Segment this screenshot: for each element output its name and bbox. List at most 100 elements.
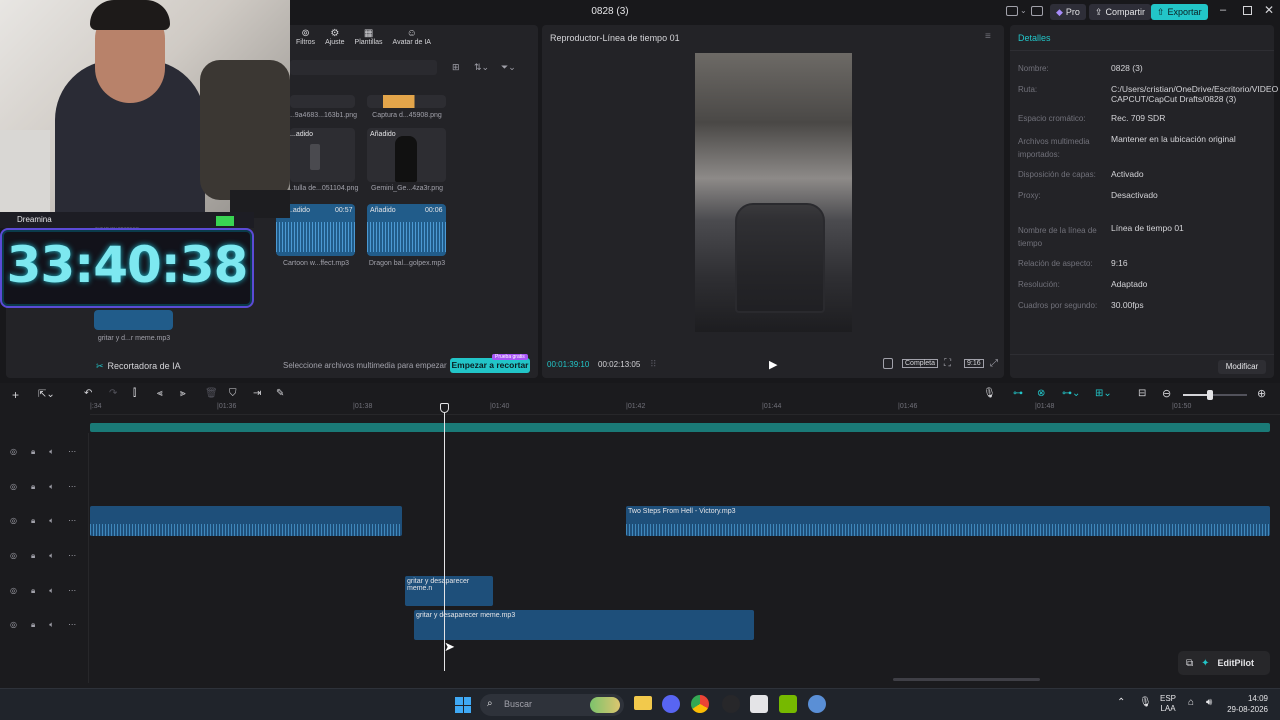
layout-icon[interactable] — [1006, 6, 1018, 16]
eye-icon[interactable]: ◎ — [10, 620, 17, 630]
audio-clip[interactable]: gritar y desaparecer meme.n — [405, 576, 493, 606]
menu-icon[interactable]: ≡ — [985, 31, 991, 42]
export-button[interactable]: ⇧ Exportar — [1151, 4, 1208, 20]
tab-avatar-ia[interactable]: ☺ Avatar de IA — [393, 28, 431, 50]
horizontal-scrollbar[interactable] — [893, 678, 1040, 681]
speaker-icon[interactable]: 🔈︎ — [49, 447, 54, 457]
lock-icon[interactable]: 🔒︎ — [31, 551, 35, 561]
network-icon[interactable]: ⌂ — [1188, 697, 1194, 708]
maximize-icon[interactable] — [1243, 6, 1252, 15]
split-icon[interactable]: ⫿ — [133, 388, 136, 399]
more-icon[interactable]: ⋯ — [68, 551, 76, 561]
marker-icon[interactable]: ⇥ — [253, 388, 261, 399]
grid-view-icon[interactable]: ⊞ — [452, 62, 460, 73]
sort-icon[interactable]: ⇅⌄ — [474, 62, 489, 73]
clock[interactable]: 14:09 29-08-2026 — [1226, 693, 1268, 715]
magnet-icon[interactable]: ⊗ — [1037, 388, 1045, 399]
more-icon[interactable]: ⋯ — [68, 620, 76, 630]
eye-icon[interactable]: ◎ — [10, 586, 17, 596]
more-icon[interactable]: ⋯ — [68, 516, 76, 526]
lock-icon[interactable]: 🔒︎ — [31, 482, 35, 492]
time-ruler[interactable]: |:34 |01:36 |01:38 |01:40 |01:42 |01:44 … — [90, 403, 1280, 415]
zoom-handle[interactable] — [1207, 390, 1213, 400]
play-icon[interactable]: ▶ — [769, 358, 777, 371]
editpilot-widget[interactable]: ⧉ ✦ EditPilot — [1178, 651, 1270, 675]
discord-icon[interactable] — [662, 695, 680, 713]
audio-thumb[interactable] — [94, 310, 173, 330]
modify-button[interactable]: Modificar — [1218, 360, 1266, 374]
chart-icon[interactable] — [883, 358, 893, 369]
microphone-icon[interactable]: 🎙 — [1139, 697, 1152, 708]
media-thumb[interactable] — [367, 95, 446, 108]
lock-icon[interactable]: 🔒︎ — [31, 620, 35, 630]
zoom-in-icon[interactable]: ⊕ — [1257, 387, 1266, 400]
microphone-icon[interactable]: 🎙 — [983, 388, 996, 399]
speaker-icon[interactable]: 🔈︎ — [49, 620, 54, 630]
start-trim-button[interactable]: Empezar a recortar — [450, 358, 530, 373]
pen-icon[interactable]: ✎ — [276, 388, 284, 399]
app-icon[interactable] — [722, 695, 740, 713]
speaker-icon[interactable]: 🔈︎ — [49, 482, 54, 492]
timecode-icon[interactable]: ⠿ — [650, 359, 657, 370]
caption-icon[interactable]: ⊟ — [1138, 388, 1146, 399]
tab-plantillas[interactable]: ▦ Plantillas — [355, 28, 383, 50]
more-icon[interactable]: ⋯ — [68, 482, 76, 492]
playhead[interactable] — [444, 403, 445, 671]
nvidia-icon[interactable] — [779, 695, 797, 713]
fullscreen-icon[interactable]: ⤢ — [990, 358, 998, 369]
redo-icon[interactable]: ↷ — [109, 388, 117, 399]
quality-selector[interactable]: Completa — [902, 359, 938, 368]
volume-icon[interactable]: 🔊︎ — [1206, 697, 1212, 708]
more-icon[interactable]: ⋯ — [68, 447, 76, 457]
zoom-slider[interactable] — [1183, 390, 1247, 400]
undo-icon[interactable]: ↶ — [84, 388, 92, 399]
audio-clip[interactable] — [90, 506, 402, 536]
lock-icon[interactable]: 🔒︎ — [31, 516, 35, 526]
minimize-icon[interactable]: – — [1220, 4, 1226, 16]
settings-icon[interactable] — [808, 695, 826, 713]
snap-icon[interactable]: ⊶⌄ — [1062, 388, 1080, 399]
pro-button[interactable]: ◆ Pro — [1050, 4, 1086, 20]
preview-axis-icon[interactable]: ⊞⌄ — [1095, 388, 1112, 399]
audio-clip[interactable]: gritar y desaparecer meme.mp3 — [414, 610, 754, 640]
more-icon[interactable]: ⋯ — [68, 586, 76, 596]
audio-clip[interactable]: Two Steps From Hell - Victory.mp3 — [626, 506, 1270, 536]
link-icon[interactable]: ⊶ — [1013, 388, 1023, 399]
language-indicator[interactable]: ESP LAA — [1160, 694, 1176, 714]
fit-icon[interactable]: ⛶ — [944, 358, 951, 369]
file-explorer-icon[interactable] — [634, 696, 652, 710]
select-tool-icon[interactable]: ⇱⌄ — [38, 389, 55, 400]
add-track-icon[interactable]: + — [12, 388, 19, 402]
share-button[interactable]: ⇪ Compartir — [1089, 4, 1152, 20]
shield-icon[interactable]: ⛉ — [229, 388, 237, 399]
menu-icon[interactable] — [1031, 6, 1043, 16]
speaker-icon[interactable]: 🔈︎ — [49, 586, 54, 596]
trim-left-icon[interactable]: ⫷ — [157, 388, 163, 399]
lock-icon[interactable]: 🔒︎ — [31, 586, 35, 596]
delete-icon[interactable]: 🗑 — [205, 388, 218, 399]
aspect-ratio-button[interactable]: 9:16 — [964, 359, 984, 368]
close-icon[interactable]: ✕ — [1264, 3, 1274, 17]
main-video-track[interactable] — [90, 423, 1270, 432]
windows-start-icon[interactable] — [455, 697, 471, 713]
speaker-icon[interactable]: 🔈︎ — [49, 516, 54, 526]
eye-icon[interactable]: ◎ — [10, 551, 17, 561]
eye-icon[interactable]: ◎ — [10, 482, 17, 492]
tab-filtros[interactable]: ⊚ Filtros — [296, 28, 315, 50]
eye-icon[interactable]: ◎ — [10, 447, 17, 457]
video-preview[interactable] — [695, 53, 852, 332]
tab-ajuste[interactable]: ⚙ Ajuste — [325, 28, 344, 50]
capcut-icon[interactable] — [750, 695, 768, 713]
eye-icon[interactable]: ◎ — [10, 516, 17, 526]
zoom-out-icon[interactable]: ⊖ — [1162, 387, 1171, 400]
chevron-down-icon[interactable]: ⌄ — [1020, 6, 1027, 15]
lock-icon[interactable]: 🔒︎ — [31, 447, 35, 457]
playhead-handle[interactable] — [440, 403, 449, 413]
ai-cutter[interactable]: ✂ Recortadora de IA — [96, 361, 181, 372]
media-search-bar[interactable] — [290, 60, 437, 75]
media-thumb[interactable] — [290, 95, 355, 108]
search-box[interactable]: ⌕ Buscar — [480, 694, 624, 716]
filter-funnel-icon[interactable]: ⏷⌄ — [501, 62, 516, 73]
trim-right-icon[interactable]: ⫸ — [180, 388, 186, 399]
chevron-up-icon[interactable]: ⌃ — [1117, 697, 1125, 708]
